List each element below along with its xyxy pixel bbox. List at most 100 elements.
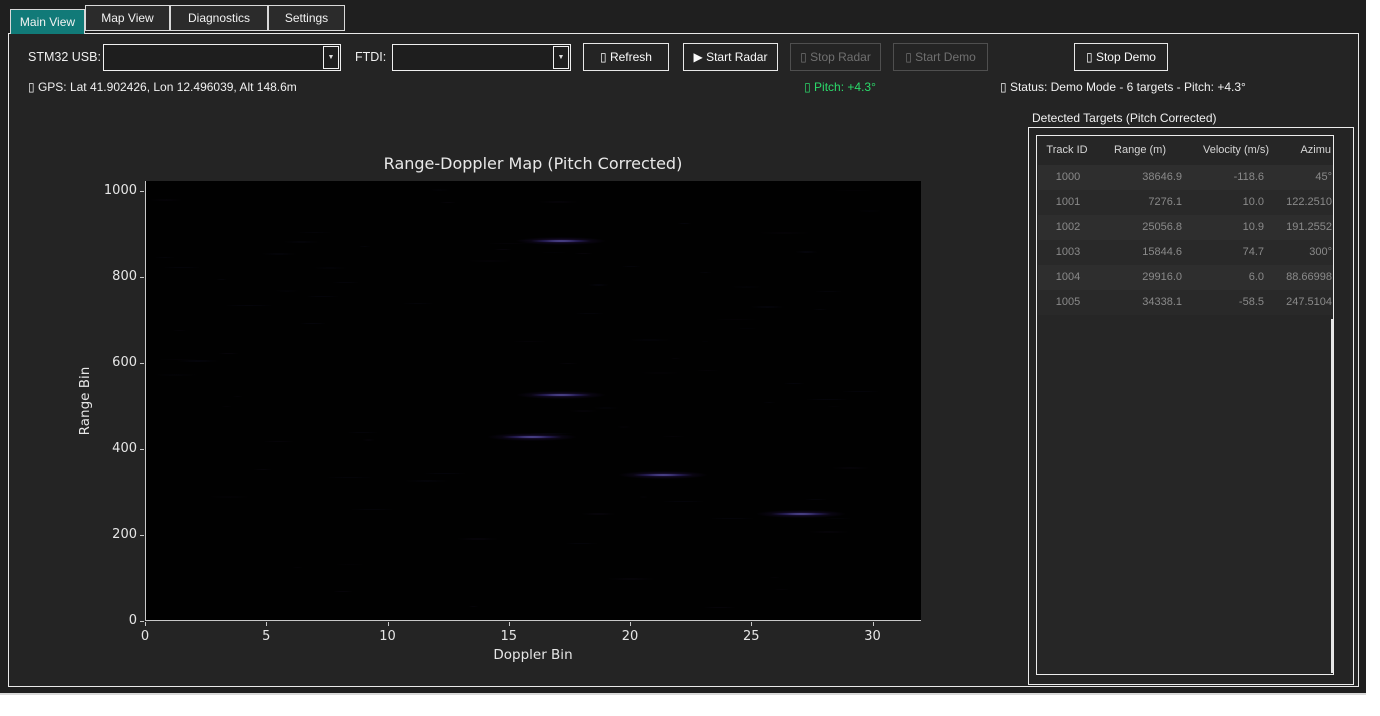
stm32-usb-combobox[interactable]: ▼ <box>103 44 341 71</box>
noise-speck <box>153 374 199 376</box>
cell-range: 29916.0 <box>1100 265 1182 290</box>
noise-speck <box>232 396 243 397</box>
pitch-status-text: ▯ Pitch: +4.3° <box>760 80 920 94</box>
noise-speck <box>808 531 850 533</box>
x-tick-label: 30 <box>853 629 893 644</box>
noise-speck <box>660 436 686 437</box>
target-streak <box>516 391 606 399</box>
cell-velocity: -118.6 <box>1196 165 1278 190</box>
target-streak <box>756 510 846 518</box>
x-tick-mark <box>388 622 389 626</box>
table-row[interactable]: 1003 15844.6 74.7 300° <box>1038 240 1333 265</box>
cell-azimuth: 45° <box>1282 165 1332 190</box>
noise-speck <box>304 296 341 297</box>
tab-settings[interactable]: Settings <box>268 5 345 31</box>
ftdi-label: FTDI: <box>355 50 386 64</box>
table-row[interactable]: 1002 25056.8 10.9 191.2552 <box>1038 215 1333 240</box>
table-row[interactable]: 1004 29916.0 6.0 88.66998 <box>1038 265 1333 290</box>
x-tick-mark <box>751 622 752 626</box>
noise-speck <box>456 538 499 540</box>
noise-speck <box>283 241 320 243</box>
target-streak <box>487 433 577 441</box>
noise-speck <box>467 260 513 262</box>
noise-speck <box>730 286 763 288</box>
noise-speck <box>857 210 883 212</box>
noise-speck <box>803 499 828 500</box>
noise-speck <box>557 363 579 364</box>
ftdi-combo-arrow-button[interactable]: ▼ <box>553 46 569 69</box>
tab-map-view[interactable]: Map View <box>85 5 170 31</box>
x-tick-label: 15 <box>489 629 529 644</box>
cell-range: 15844.6 <box>1100 240 1182 265</box>
start-radar-button[interactable]: ▶ Start Radar <box>683 43 778 71</box>
tab-main-view[interactable]: Main View <box>10 9 85 34</box>
noise-speck <box>221 406 231 407</box>
noise-speck <box>701 607 738 608</box>
y-tick-label: 1000 <box>90 183 137 198</box>
targets-table[interactable]: Track ID Range (m) Velocity (m/s) Azimu … <box>1036 135 1334 675</box>
stop-radar-button[interactable]: ▯ Stop Radar <box>790 43 881 71</box>
noise-speck <box>333 564 366 565</box>
noise-speck <box>588 284 609 286</box>
x-tick-label: 0 <box>125 629 165 644</box>
cell-track-id: 1004 <box>1040 265 1096 290</box>
y-tick-label: 400 <box>90 441 137 456</box>
stm32-usb-label: STM32 USB: <box>28 50 101 64</box>
noise-speck <box>830 190 877 191</box>
y-tick-label: 600 <box>90 355 137 370</box>
noise-speck <box>208 496 250 498</box>
noise-speck <box>639 496 648 498</box>
noise-speck <box>628 339 672 341</box>
target-streak <box>516 237 606 245</box>
x-tick-label: 20 <box>610 629 650 644</box>
x-tick-mark <box>145 622 146 626</box>
noise-speck <box>573 253 594 254</box>
stop-demo-button[interactable]: ▯ Stop Demo <box>1074 43 1168 71</box>
noise-speck <box>812 309 828 310</box>
noise-speck <box>839 391 882 392</box>
column-header-range[interactable]: Range (m) <box>1099 136 1181 164</box>
y-tick-label: 0 <box>90 613 137 628</box>
column-header-velocity[interactable]: Velocity (m/s) <box>1195 136 1277 164</box>
tab-diagnostics[interactable]: Diagnostics <box>170 5 268 31</box>
cell-azimuth: 88.66998 <box>1282 265 1332 290</box>
x-axis-label: Doppler Bin <box>283 647 783 663</box>
start-demo-button[interactable]: ▯ Start Demo <box>893 43 988 71</box>
table-row[interactable]: 1001 7276.1 10.0 122.2510 <box>1038 190 1333 215</box>
cell-azimuth: 191.2552 <box>1282 215 1332 240</box>
table-scrollbar[interactable] <box>1331 319 1333 673</box>
column-header-track-id[interactable]: Track ID <box>1039 136 1095 164</box>
demo-status-text: ▯ Status: Demo Mode - 6 targets - Pitch:… <box>1000 80 1246 94</box>
cell-azimuth: 122.2510 <box>1282 190 1332 215</box>
noise-speck <box>569 410 598 412</box>
target-streak <box>618 471 708 479</box>
x-tick-label: 5 <box>246 629 286 644</box>
ftdi-combobox[interactable]: ▼ <box>392 44 571 71</box>
noise-speck <box>217 353 240 354</box>
cell-velocity: 6.0 <box>1196 265 1278 290</box>
chart-title: Range-Doppler Map (Pitch Corrected) <box>245 154 821 173</box>
table-row[interactable]: 1005 34338.1 -58.5 247.5104 <box>1038 290 1333 315</box>
noise-speck <box>172 330 187 331</box>
x-tick-mark <box>266 622 267 626</box>
x-tick-label: 10 <box>368 629 408 644</box>
x-tick-mark <box>509 622 510 626</box>
noise-speck <box>769 577 780 578</box>
noise-speck <box>160 267 203 268</box>
noise-speck <box>510 341 549 342</box>
noise-speck <box>762 402 776 403</box>
plot-area <box>145 181 921 621</box>
table-row[interactable]: 1000 38646.9 -118.6 45° <box>1038 165 1333 190</box>
noise-speck <box>526 433 576 434</box>
noise-speck <box>493 249 513 250</box>
refresh-button[interactable]: ▯ Refresh <box>583 43 669 71</box>
cell-range: 25056.8 <box>1100 215 1182 240</box>
column-header-azimuth[interactable]: Azimu <box>1281 136 1331 164</box>
noise-speck <box>695 370 720 371</box>
noise-speck <box>795 251 818 253</box>
noise-speck <box>295 232 334 233</box>
noise-speck <box>813 291 843 292</box>
y-tick-mark <box>140 621 144 622</box>
stm32-combo-arrow-button[interactable]: ▼ <box>323 46 339 69</box>
cell-track-id: 1001 <box>1040 190 1096 215</box>
